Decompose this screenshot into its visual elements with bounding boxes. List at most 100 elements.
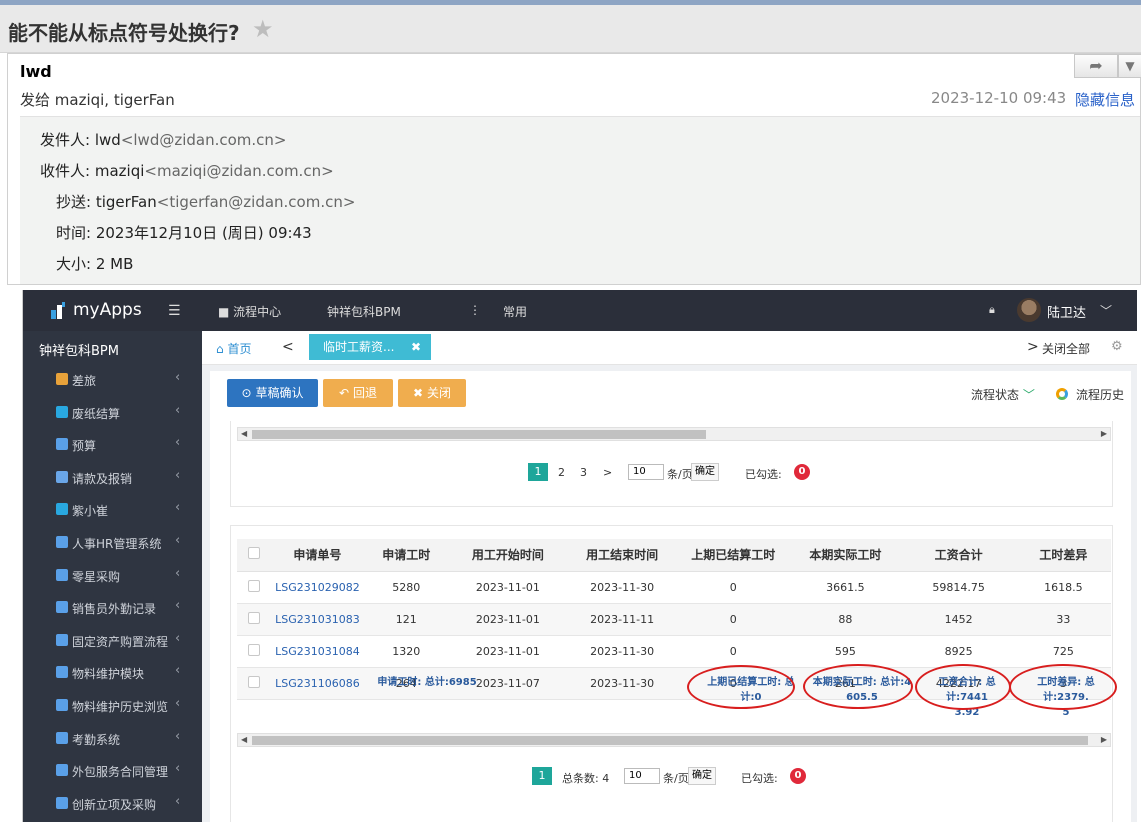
to-name[interactable]: maziqi — [95, 162, 145, 180]
tab-home[interactable]: ⌂ 首页 — [216, 340, 251, 357]
row-checkbox[interactable] — [247, 611, 260, 624]
pager-top-selected-count: 0 — [794, 464, 810, 480]
time-label: 时间: — [56, 224, 92, 242]
nav-common[interactable]: 常用 — [503, 303, 527, 320]
menu-icon — [56, 438, 68, 451]
confirm-draft-button[interactable]: ⊙ 草稿确认 — [227, 379, 318, 407]
email-subject: 能不能从标点符号处换行? — [8, 21, 240, 45]
col-header[interactable]: 申请单号 — [270, 539, 364, 572]
lower-horizontal-scrollbar[interactable]: ◀ ▶ — [237, 733, 1111, 747]
recipients-line: 发给 maziqi, tigerFan — [20, 91, 175, 109]
request-number-link[interactable]: LSG231029082 — [270, 571, 364, 604]
upper-horizontal-scrollbar[interactable]: ◀ ▶ — [237, 427, 1111, 441]
nav-process-center[interactable]: ■ 流程中心 — [218, 303, 281, 320]
tabs-scroll-left-icon[interactable]: < — [282, 339, 294, 355]
flow-history-link[interactable]: 流程历史 — [1076, 386, 1124, 403]
table-cell: 2023-11-30 — [567, 571, 678, 604]
confirm-draft-label: 草稿确认 — [255, 386, 304, 400]
sidebar-item[interactable]: 创新立项及采购 ‹ — [23, 788, 202, 820]
select-all-cell — [237, 539, 271, 572]
scroll-right-icon[interactable]: ▶ — [1101, 735, 1107, 744]
cc-name[interactable]: tigerFan — [96, 193, 157, 211]
tabs-scroll-right-icon[interactable]: > — [1027, 339, 1039, 355]
sidebar-item-label: 物料维护历史浏览 — [72, 700, 169, 714]
pager-bottom-page-1[interactable]: 1 — [532, 767, 552, 785]
sidebar-item[interactable]: 差旅 ‹ — [23, 364, 202, 396]
reply-icon: ➦ — [1089, 56, 1103, 75]
close-all-tabs[interactable]: 关闭全部 — [1042, 340, 1090, 357]
nav-process-center-label: 流程中心 — [233, 305, 282, 319]
pager-bottom-total: 总条数: 4 — [562, 772, 610, 785]
pager-top-ok-button[interactable]: 确定 — [691, 463, 719, 481]
select-all-checkbox[interactable] — [247, 547, 260, 560]
sidebar-item[interactable]: 人事HR管理系统 ‹ — [23, 527, 202, 559]
pager-bottom-size-input[interactable]: 10 — [624, 768, 660, 784]
request-number-link[interactable]: LSG231031084 — [270, 635, 364, 668]
user-name[interactable]: 陆卫达 — [1047, 302, 1086, 321]
star-icon[interactable]: ★ — [252, 15, 274, 43]
gear-icon[interactable]: ⚙ — [1111, 339, 1123, 354]
pager-bottom-selected-label: 已勾选: — [741, 772, 778, 785]
hide-info-link[interactable]: 隐藏信息 — [1075, 89, 1135, 110]
col-header[interactable]: 工时差异 — [1015, 539, 1111, 572]
pager-top-page-1[interactable]: 1 — [528, 463, 548, 481]
col-header[interactable]: 用工开始时间 — [448, 539, 568, 572]
avatar[interactable] — [1017, 298, 1041, 322]
nav-bpm[interactable]: 钟祥包科BPM — [327, 303, 401, 320]
scroll-left-icon[interactable]: ◀ — [241, 735, 247, 744]
sidebar-item[interactable]: 销售员外勤记录 ‹ — [23, 592, 202, 624]
menu-icon — [56, 536, 68, 548]
reply-button[interactable]: ➦ — [1074, 54, 1118, 78]
row-checkbox[interactable] — [247, 643, 260, 656]
close-icon[interactable]: ✖ — [411, 334, 421, 360]
sidebar-item[interactable]: 零星采购 ‹ — [23, 560, 202, 592]
chevron-down-icon[interactable]: ﹀ — [1100, 302, 1112, 319]
chevron-left-icon: ‹ — [175, 663, 181, 679]
sidebar-item[interactable]: 外包服务合同管理 ‹ — [23, 755, 202, 787]
sidebar-item[interactable]: 请款及报销 ‹ — [23, 462, 202, 494]
table-row[interactable]: LSG231031083 121 2023-11-01 2023-11-11 0 88 14… — [237, 603, 1111, 636]
tab-active[interactable]: 临时工薪资... ✖ — [309, 334, 431, 360]
pager-top-size-input[interactable]: 10 — [628, 464, 664, 480]
col-header[interactable]: 用工结束时间 — [567, 539, 678, 572]
col-header[interactable]: 上期已结算工时 — [677, 539, 790, 572]
col-header[interactable]: 申请工时 — [363, 539, 449, 572]
scroll-left-icon[interactable]: ◀ — [241, 429, 247, 438]
sidebar-item[interactable]: 预算 ‹ — [23, 429, 202, 461]
back-button[interactable]: ↶ 回退 — [323, 379, 393, 407]
cc-label: 抄送: — [56, 193, 92, 211]
menu-icon — [56, 666, 68, 679]
col-header[interactable]: 本期实际工时 — [789, 539, 902, 572]
pager-bottom-ok-button[interactable]: 确定 — [688, 767, 716, 785]
sidebar-item[interactable]: 考勤系统 ‹ — [23, 723, 202, 755]
close-button[interactable]: ✖ 关闭 — [398, 379, 466, 407]
scroll-right-icon[interactable]: ▶ — [1101, 429, 1107, 438]
request-number-link[interactable]: LSG231031083 — [270, 603, 364, 636]
sidebar-item-label: 请款及报销 — [72, 471, 133, 486]
email-details: 发件人: lwd<lwd@zidan.com.cn> 收件人: maziqi<m… — [20, 116, 1140, 284]
sidebar-item[interactable]: 紫小崔 ‹ — [23, 494, 202, 526]
nav-more-icon[interactable]: ⋮ — [469, 303, 481, 317]
table-row[interactable]: LSG231029082 5280 2023-11-01 2023-11-30 0 366… — [237, 571, 1111, 604]
col-header[interactable]: 工资合计 — [901, 539, 1016, 572]
sender-name: lwd — [20, 62, 52, 81]
pager-top-next[interactable]: > — [603, 466, 612, 479]
sidebar-item[interactable]: 物料维护模块 ‹ — [23, 657, 202, 689]
upper-scroll-thumb[interactable] — [252, 430, 706, 439]
menu-toggle-icon[interactable]: ☰ — [168, 303, 181, 319]
lock-icon[interactable]: 🔒︎ — [989, 303, 995, 317]
pager-top-page-3[interactable]: 3 — [580, 466, 587, 479]
sidebar-item[interactable]: 固定资产购置流程 ‹ — [23, 625, 202, 657]
sidebar-item[interactable]: 废纸结算 ‹ — [23, 397, 202, 429]
pager-bottom-selected-count: 0 — [790, 768, 806, 784]
table-cell: 33 — [1015, 603, 1111, 636]
table-row[interactable]: LSG231031084 1320 2023-11-01 2023-11-30 0 595… — [237, 635, 1111, 668]
sidebar-item[interactable]: 物料维护历史浏览 ‹ — [23, 690, 202, 722]
row-checkbox[interactable] — [247, 579, 260, 592]
lower-scroll-thumb[interactable] — [252, 736, 1088, 745]
pager-top-page-2[interactable]: 2 — [558, 466, 565, 479]
flow-status-dropdown[interactable]: 流程状态 ﹀ — [971, 386, 1035, 403]
more-actions-button[interactable]: ▼ — [1118, 54, 1141, 78]
from-name[interactable]: lwd — [95, 131, 121, 149]
row-select-cell — [237, 571, 271, 604]
